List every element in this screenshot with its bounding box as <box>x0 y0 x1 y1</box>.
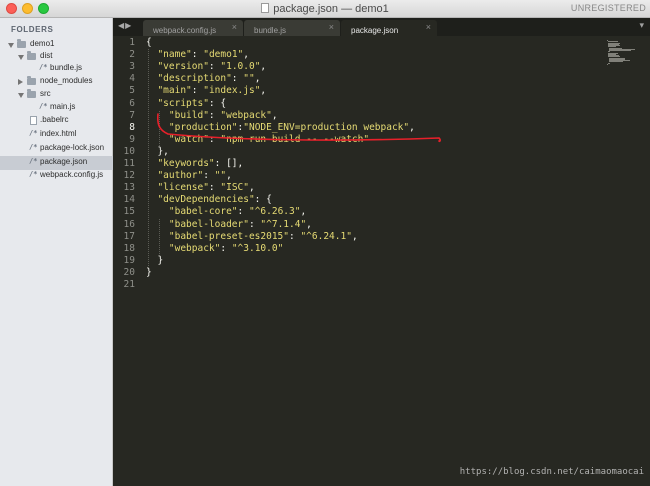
tree-item-label: package-lock.json <box>40 143 105 152</box>
tree-item-babelrc[interactable]: .babelrc <box>0 114 113 128</box>
window-title: package.json — demo1 <box>0 2 650 16</box>
file-icon <box>30 116 37 125</box>
close-icon[interactable]: × <box>426 22 431 32</box>
tree-item-package-json[interactable]: /* package.json <box>0 156 113 170</box>
code-file-icon: /* <box>29 157 38 165</box>
tree-item-package-lock-json[interactable]: /* package-lock.json <box>0 142 113 156</box>
tree-item-main-js[interactable]: /* main.js <box>0 101 113 115</box>
disclosure-closed-icon[interactable] <box>18 79 23 85</box>
document-icon <box>261 3 270 13</box>
sidebar: FOLDERS demo1 dist/* bundle.js node_modules… <box>0 18 113 486</box>
tab-label: bundle.js <box>254 26 287 35</box>
close-icon[interactable]: × <box>232 22 237 32</box>
folder-icon <box>27 89 36 98</box>
tree-item-webpack-config-js[interactable]: /* webpack.config.js <box>0 169 113 183</box>
disclosure-open-icon[interactable] <box>18 55 24 60</box>
window-title-text: package.json — demo1 <box>273 3 389 15</box>
code-file-icon: /* <box>29 143 38 151</box>
folder-icon <box>27 76 36 85</box>
code-file-icon: /* <box>39 102 48 110</box>
tree-item-label: package.json <box>40 157 88 166</box>
tree-item-label: bundle.js <box>50 63 83 72</box>
tree-item-label: main.js <box>50 102 76 111</box>
tree-item-index-html[interactable]: /* index.html <box>0 128 113 142</box>
chevron-down-icon[interactable]: ▾ <box>639 20 644 31</box>
tree-item-label: .babelrc <box>40 115 69 124</box>
folder-icon <box>17 39 26 48</box>
tab-package-json[interactable]: package.json × <box>341 20 437 36</box>
tree-item-src[interactable]: src <box>0 88 113 102</box>
tab-label: package.json <box>351 26 399 35</box>
tree-item-label: dist <box>40 51 53 60</box>
tab-bar: ◀▶ webpack.config.js × bundle.js × package.j… <box>113 18 650 36</box>
red-underline-annotation <box>156 113 441 143</box>
red-underline-stroke <box>156 113 441 143</box>
tab-label: webpack.config.js <box>153 26 217 35</box>
code-file-icon: /* <box>39 63 48 71</box>
tree-item-label: index.html <box>40 129 77 138</box>
tab-webpack-config-js[interactable]: webpack.config.js × <box>143 20 243 36</box>
right-arrow-icon[interactable]: ▶ <box>125 21 132 30</box>
disclosure-open-icon[interactable] <box>18 93 24 98</box>
close-icon[interactable]: × <box>329 22 334 32</box>
watermark: https://blog.csdn.net/caimaomaocai <box>459 467 644 477</box>
code-editor[interactable]: 1 2 3 4 5 6 7 8 9 10 11 12 13 14 15 16 17 18 19 20 21 { "nam… <box>113 36 650 486</box>
folders-header: FOLDERS <box>11 25 54 34</box>
unregistered-label: UNREGISTERED <box>570 3 646 13</box>
tab-bundle-js[interactable]: bundle.js × <box>244 20 340 36</box>
tree-item-label: demo1 <box>30 39 55 48</box>
folder-icon <box>27 51 36 60</box>
tab-navigation: ◀▶ <box>118 21 132 30</box>
code-file-icon: /* <box>29 170 38 178</box>
title-bar: package.json — demo1 UNREGISTERED <box>0 0 650 18</box>
tree-item-label: webpack.config.js <box>40 170 104 179</box>
code-file-icon: /* <box>29 129 38 137</box>
tree-item-label: src <box>40 89 51 98</box>
tree-item-label: node_modules <box>40 76 93 85</box>
disclosure-open-icon[interactable] <box>8 43 14 48</box>
tree-item-node-modules[interactable]: node_modules <box>0 75 113 89</box>
tree-item-bundle-js[interactable]: /* bundle.js <box>0 62 113 76</box>
